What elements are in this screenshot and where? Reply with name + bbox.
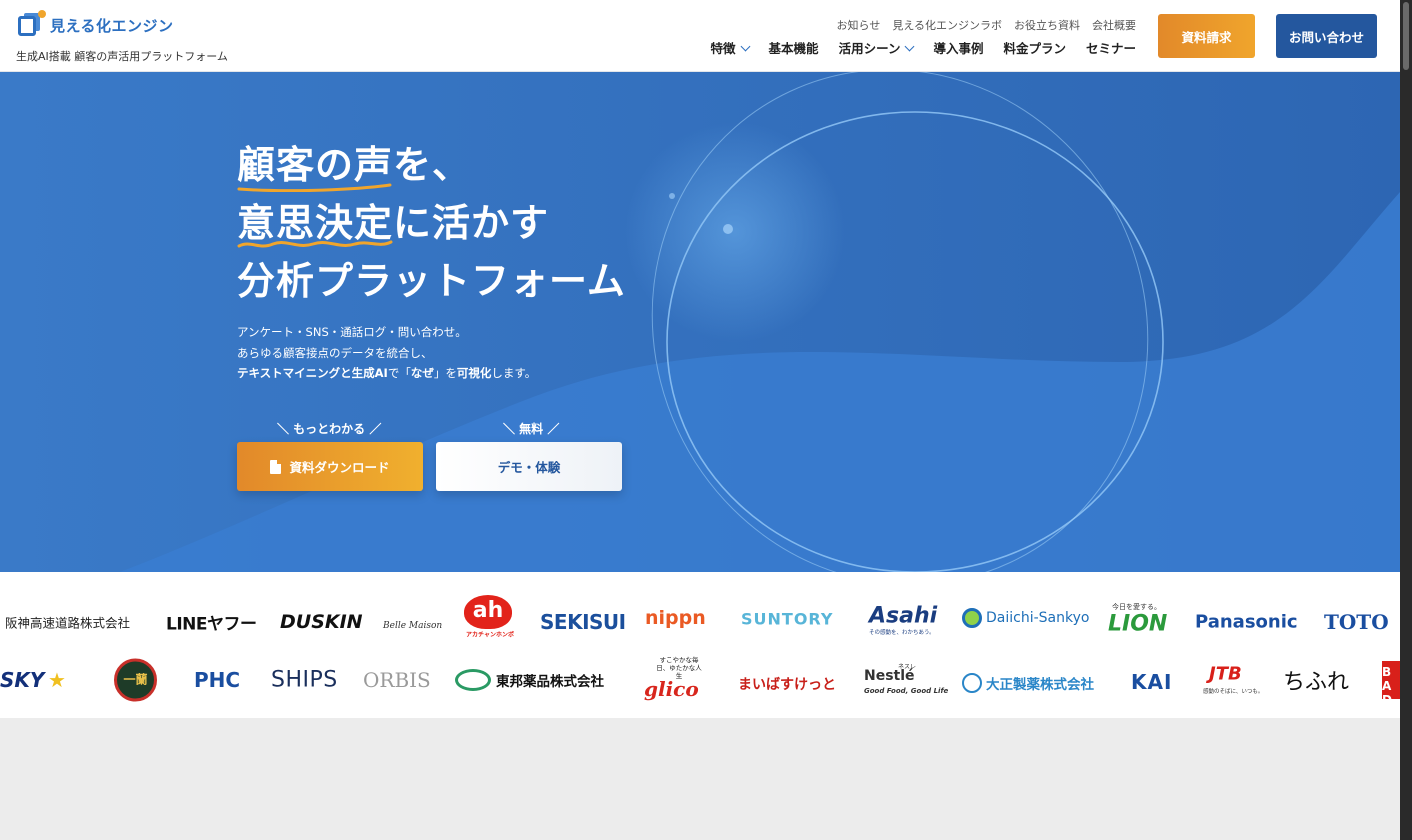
hero-description: アンケート・SNS・通話ログ・問い合わせ。 あらゆる顧客接点のデータを統合し、 … — [237, 322, 536, 384]
site-logo[interactable]: 見える化エンジン — [16, 10, 174, 40]
cta2-caption: ＼ 無料 ／ — [503, 422, 560, 436]
star-icon: ★ — [48, 668, 66, 692]
cta1-caption: ＼ もっとわかる ／ — [277, 422, 382, 436]
nav-item-label: 基本機能 — [768, 41, 819, 56]
underline-swoosh — [237, 183, 392, 192]
logo-toto: TOTO — [1324, 610, 1389, 634]
logo-nippn: nippn — [645, 607, 706, 629]
utility-nav-resources[interactable]: お役立ち資料 — [1014, 17, 1080, 33]
logo-lineyahoo: LINEヤフー — [166, 614, 257, 635]
hero-headline: 顧客の声 を、 意思決定 に活かす 分析プラットフォーム — [237, 136, 626, 310]
logo-text: 見える化エンジン — [50, 16, 174, 35]
logo-skymark: SKY — [0, 668, 45, 692]
logo-nestle-slogan: Good Food, Good Life — [864, 687, 949, 695]
logo-orbis: ORBIS — [363, 668, 431, 692]
nav-item-features[interactable]: 特徴 — [710, 38, 750, 57]
headline-line-3: 分析プラットフォーム — [237, 259, 626, 303]
logo-phc: PHC — [194, 668, 241, 692]
logo-daiichi-sankyo: Daiichi-Sankyo — [986, 610, 1090, 626]
logo-asahi-slogan: その感動を、わかちあう。 — [869, 630, 935, 636]
logo-maibasket: まいばすけっと — [738, 677, 836, 693]
logo-hanshin-expressway: 阪神高速道路株式会社 — [5, 615, 131, 631]
utility-nav: お知らせ 見える化エンジンラボ お役立ち資料 会社概要 — [837, 17, 1136, 33]
taisho-icon — [962, 673, 982, 693]
logo-nestle: Nestlé — [864, 668, 915, 684]
nav-item-seminar[interactable]: セミナー — [1086, 38, 1136, 57]
logo-glico: glico — [644, 677, 699, 701]
request-docs-button[interactable]: 資料請求 — [1158, 14, 1255, 58]
document-icon — [270, 459, 282, 474]
nav-item-case-studies[interactable]: 導入事例 — [933, 38, 983, 57]
nav-item-label: 料金プラン — [1003, 41, 1066, 56]
nav-item-label: 特徴 — [710, 41, 736, 56]
contact-button[interactable]: お問い合わせ — [1276, 14, 1377, 58]
logo-asahi: Asahi — [869, 603, 938, 629]
desc-line-1: アンケート・SNS・通話ログ・問い合わせ。 — [237, 325, 467, 339]
download-docs-label: 資料ダウンロード — [289, 460, 390, 475]
logo-kai: KAI — [1131, 670, 1173, 694]
logo-jtb: JTB — [1209, 663, 1242, 685]
logo-taisho: 大正製薬株式会社 — [986, 677, 1094, 693]
main-nav: 特徴 基本機能 活用シーン 導入事例 料金プラン セミナー — [711, 38, 1136, 57]
nav-item-use-cases[interactable]: 活用シーン — [838, 38, 915, 57]
logo-sekisui: SEKISUI — [540, 610, 626, 634]
hero-section: 顧客の声 を、 意思決定 に活かす 分析プラットフォーム アンケート・SNS・通… — [0, 72, 1400, 572]
logo-suntory: SUNTORY — [741, 609, 834, 629]
logo-akachan-text: アカチャンホンポ — [466, 631, 514, 639]
daiichi-sankyo-icon — [962, 608, 982, 628]
logo-duskin: DUSKIN — [280, 611, 363, 633]
utility-nav-news[interactable]: お知らせ — [837, 17, 881, 33]
underline-wave — [237, 240, 393, 248]
logo-panasonic: Panasonic — [1195, 611, 1298, 633]
demo-trial-label: デモ・体験 — [497, 460, 561, 475]
utility-nav-lab[interactable]: 見える化エンジンラボ — [892, 17, 1002, 33]
logo-lion-slogan: 今日を愛する。 — [1112, 603, 1161, 611]
desc-line-3: テキストマイニングと生成AIで「なぜ」を可視化します。 — [237, 366, 537, 380]
logo-chifure: ちふれ — [1283, 670, 1350, 695]
headline-highlight-1: 顧客の声 — [237, 143, 394, 187]
download-docs-button[interactable]: 資料ダウンロード — [237, 442, 423, 491]
nav-item-label: 活用シーン — [838, 41, 901, 56]
logo-ships: SHIPS — [271, 667, 338, 693]
site-header: 見える化エンジン 生成AI搭載 顧客の声活用プラットフォーム お知らせ 見える化… — [0, 0, 1400, 72]
headline-rest-2: に活かす — [393, 201, 550, 245]
chevron-down-icon — [905, 41, 915, 51]
logo-ichiran: 一蘭 — [114, 658, 157, 702]
page-scrollbar[interactable] — [1400, 0, 1412, 840]
headline-rest-1: を、 — [393, 143, 472, 187]
nav-item-label: 導入事例 — [933, 41, 984, 56]
logo-bandai: BA DA — [1382, 661, 1400, 699]
logo-jtb-slogan: 感動のそばに、いつも。 — [1203, 689, 1264, 695]
logo-icon — [16, 10, 46, 40]
utility-nav-company[interactable]: 会社概要 — [1092, 17, 1136, 33]
nav-item-pricing[interactable]: 料金プラン — [1003, 38, 1066, 57]
nav-item-basic-functions[interactable]: 基本機能 — [769, 38, 819, 57]
demo-trial-button[interactable]: デモ・体験 — [436, 442, 622, 491]
toho-icon — [455, 669, 491, 691]
site-tagline: 生成AI搭載 顧客の声活用プラットフォーム — [16, 50, 228, 63]
scrollbar-thumb[interactable] — [1403, 2, 1409, 70]
logo-akachan: ah — [464, 595, 512, 629]
desc-line-2: あらゆる顧客接点のデータを統合し、 — [237, 345, 433, 360]
hero-background — [0, 72, 1400, 572]
nav-item-label: セミナー — [1085, 41, 1136, 56]
logo-belle-maison: Belle Maison — [383, 621, 443, 631]
logo-toho: 東邦薬品株式会社 — [496, 674, 604, 690]
logo-lion: LION — [1108, 611, 1168, 637]
chevron-down-icon — [740, 41, 750, 51]
client-logos: 阪神高速道路株式会社 LINEヤフー DUSKIN Belle Maison a… — [0, 572, 1400, 718]
